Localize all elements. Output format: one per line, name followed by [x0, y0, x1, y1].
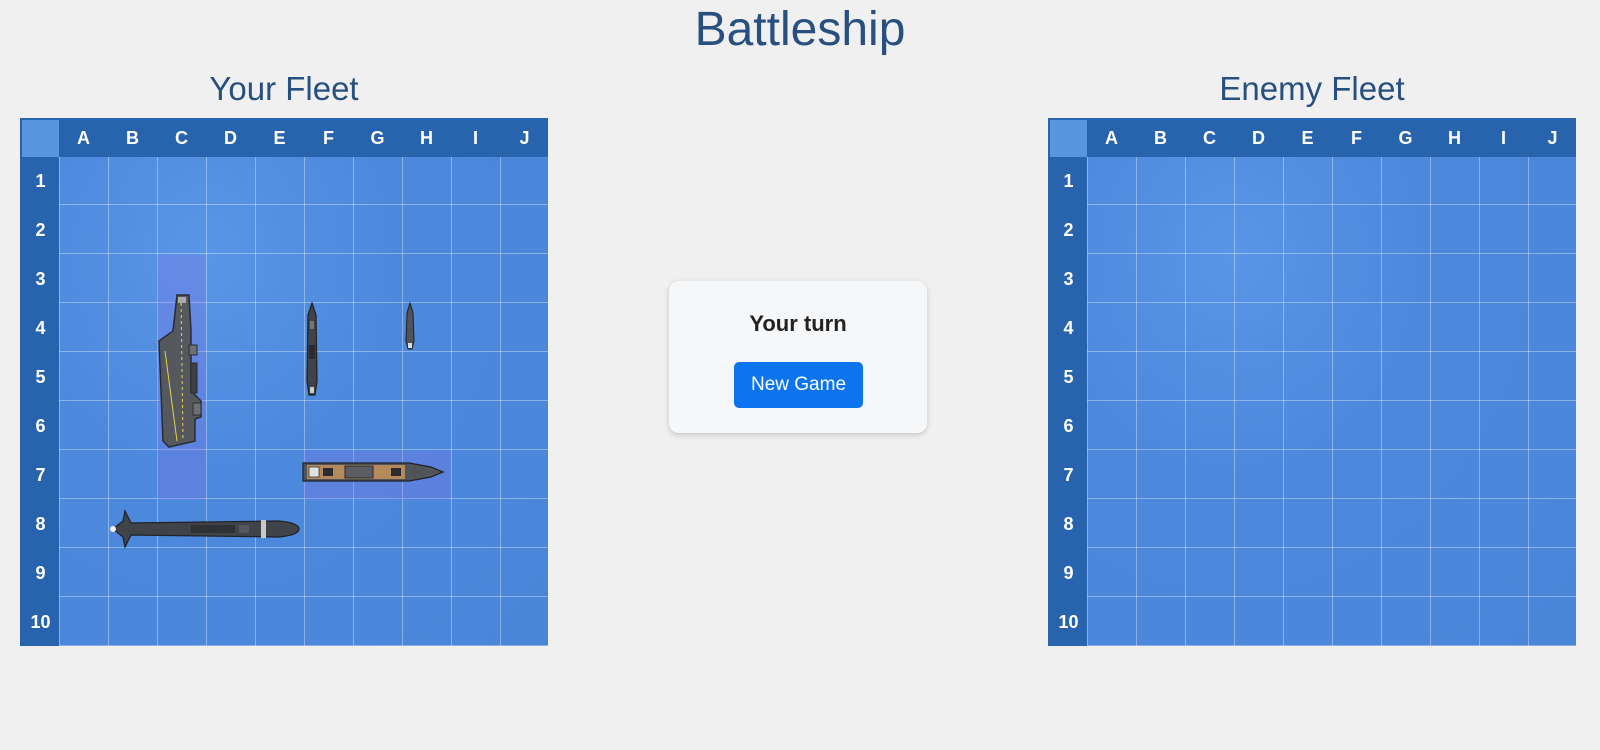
column-label-j: J	[1547, 128, 1558, 148]
column-label-d: D	[1252, 128, 1265, 148]
row-label-1: 1	[35, 171, 46, 191]
row-label-10: 10	[1058, 612, 1079, 632]
row-label-3: 3	[1063, 269, 1074, 289]
column-label-h: H	[420, 128, 433, 148]
row-label-8: 8	[1063, 514, 1074, 534]
column-label-h: H	[1448, 128, 1461, 148]
submarine-ship[interactable]	[109, 507, 301, 551]
column-label-b: B	[126, 128, 139, 148]
column-label-d: D	[224, 128, 237, 148]
row-label-7: 7	[35, 465, 46, 485]
enemy-board-title: Enemy Fleet	[1219, 70, 1405, 107]
column-label-f: F	[1351, 128, 1362, 148]
row-label-3: 3	[35, 269, 46, 289]
column-label-c: C	[175, 128, 188, 148]
row-label-5: 5	[35, 367, 46, 387]
column-label-a: A	[77, 128, 90, 148]
column-label-c: C	[1203, 128, 1216, 148]
turn-status: Your turn	[749, 311, 847, 336]
row-label-2: 2	[35, 220, 46, 240]
status-panel: Your turn New Game	[669, 281, 927, 433]
new-game-button[interactable]: New Game	[734, 362, 863, 408]
column-label-a: A	[1105, 128, 1118, 148]
row-label-6: 6	[35, 416, 46, 436]
carrier-ship[interactable]	[155, 291, 207, 455]
destroyer-ship[interactable]	[403, 301, 417, 351]
row-label-5: 5	[1063, 367, 1074, 387]
row-label-9: 9	[1063, 563, 1074, 583]
enemy-board: A B C D E F G H I J 1 2 3 4 5 6 7 8 9 10	[1048, 118, 1576, 646]
column-label-e: E	[1301, 128, 1314, 148]
column-label-g: G	[1398, 128, 1413, 148]
column-label-i: I	[472, 128, 478, 148]
column-label-f: F	[323, 128, 334, 148]
player-board-title: Your Fleet	[209, 70, 359, 107]
battleship-ship[interactable]	[301, 457, 446, 487]
column-label-j: J	[519, 128, 530, 148]
board-corner	[22, 120, 59, 157]
row-label-8: 8	[35, 514, 46, 534]
row-label-4: 4	[35, 318, 46, 338]
row-label-1: 1	[1063, 171, 1074, 191]
column-label-i: I	[1500, 128, 1506, 148]
row-label-10: 10	[30, 612, 51, 632]
player-board: A B C D E F G H I J 1 2 3 4 5 6 7 8 9 10	[20, 118, 548, 646]
row-label-9: 9	[35, 563, 46, 583]
row-label-4: 4	[1063, 318, 1074, 338]
row-label-2: 2	[1063, 220, 1074, 240]
cruiser-ship[interactable]	[304, 301, 320, 397]
row-label-6: 6	[1063, 416, 1074, 436]
row-label-7: 7	[1063, 465, 1074, 485]
enemy-water-grid[interactable]	[1087, 157, 1576, 646]
player-water-grid[interactable]	[59, 157, 548, 646]
column-label-b: B	[1154, 128, 1167, 148]
column-label-e: E	[273, 128, 286, 148]
column-label-g: G	[370, 128, 385, 148]
page-title: Battleship	[694, 3, 906, 56]
board-corner	[1050, 120, 1087, 157]
